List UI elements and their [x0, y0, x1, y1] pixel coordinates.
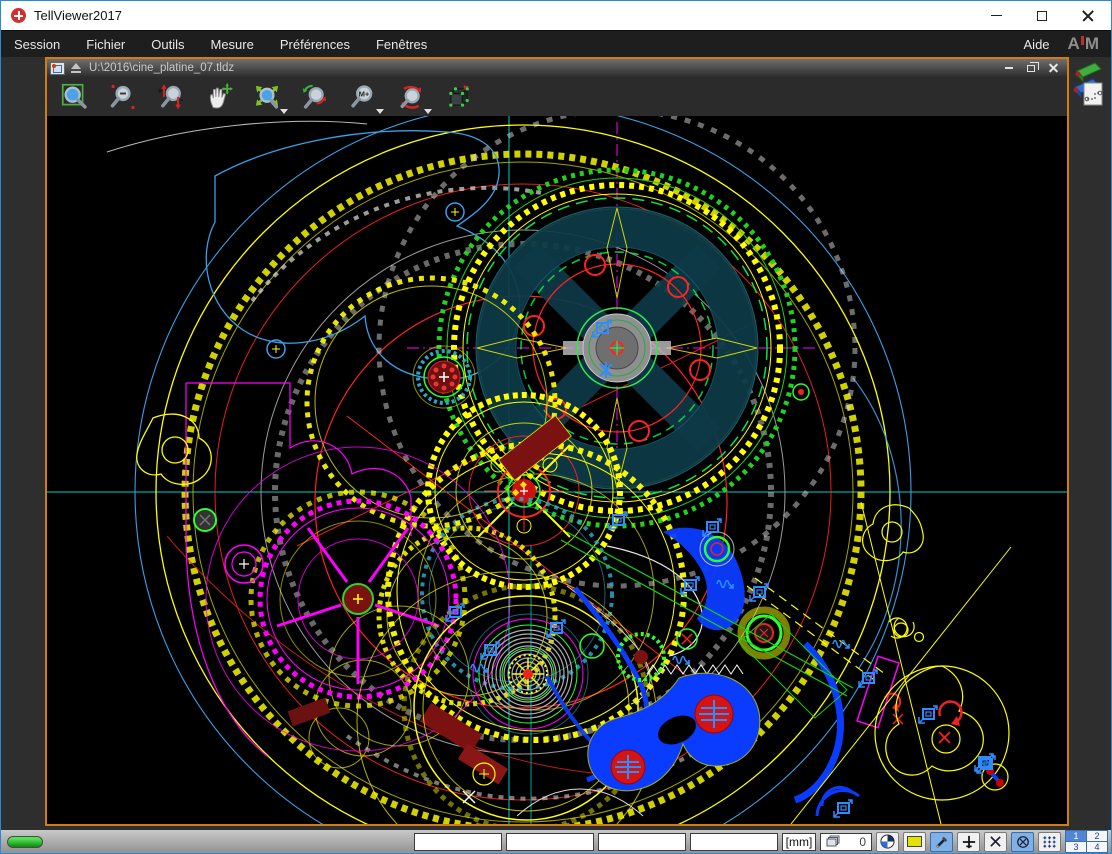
menu-session[interactable]: Session: [1, 31, 73, 58]
application-window: TellViewer2017 Session Fichier Outils Me…: [0, 0, 1112, 854]
grid-points-button[interactable]: [1038, 832, 1061, 852]
quadrant-3[interactable]: 3: [1066, 842, 1086, 852]
menu-fenetres[interactable]: Fenêtres: [363, 31, 440, 58]
rotate-view-icon: [397, 83, 425, 111]
zoom-fit-icon: [253, 83, 281, 111]
measure-tool-button[interactable]: [1071, 59, 1105, 122]
color-swatch-button[interactable]: [903, 832, 926, 852]
quadrant-2[interactable]: 2: [1087, 831, 1107, 841]
close-button[interactable]: [1065, 1, 1111, 30]
x-icon: [989, 835, 1002, 848]
document-title: U:\2016\cine_platine_07.tldz: [89, 62, 234, 74]
viewport-quadrant-selector[interactable]: 1 2 3 4: [1065, 830, 1108, 853]
app-title: TellViewer2017: [34, 8, 122, 23]
eyedropper-icon: [935, 835, 949, 849]
zoom-memory-icon: M+: [349, 83, 377, 111]
drawing-canvas[interactable]: [47, 116, 1067, 824]
minimize-button[interactable]: [973, 1, 1019, 30]
document-restore-icon: [1027, 65, 1035, 72]
unit-label: [mm]: [782, 833, 816, 851]
document-restore-button[interactable]: [1021, 61, 1041, 75]
layer-counter: 0: [820, 833, 872, 851]
quadrant-4[interactable]: 4: [1087, 842, 1107, 852]
measure-books-icon: [1071, 59, 1105, 117]
minimize-icon: [991, 15, 1002, 17]
maximize-icon: [1037, 11, 1047, 21]
zoom-window-button[interactable]: [53, 80, 97, 114]
zoom-out-dynamic-button[interactable]: [101, 80, 145, 114]
grid-points-icon: [1042, 835, 1057, 849]
mdi-area: U:\2016\cine_platine_07.tldz: [1, 57, 1111, 830]
crosshair-button[interactable]: [957, 832, 980, 852]
active-color-swatch: [907, 836, 922, 847]
rotate-free-icon: [301, 83, 329, 111]
datum-target-icon: [880, 834, 895, 849]
document-minimize-button[interactable]: [999, 61, 1019, 75]
am-logo-accent: [1081, 36, 1084, 45]
status-field-4[interactable]: [690, 833, 778, 851]
snap-off-button[interactable]: [1011, 832, 1034, 852]
maximize-button[interactable]: [1019, 1, 1065, 30]
document-close-icon: [1049, 64, 1058, 73]
magenta-wheel: [186, 383, 510, 756]
rotate-view-button[interactable]: [389, 80, 433, 114]
layer-count-value: 0: [859, 835, 866, 849]
zoom-out-icon: [109, 83, 137, 111]
pick-mode-button[interactable]: [930, 832, 953, 852]
crosshair-icon: [962, 835, 976, 849]
status-bar: [mm] 0: [1, 830, 1111, 854]
zoom-in-out-icon: + -: [157, 83, 185, 111]
menu-fichier[interactable]: Fichier: [73, 31, 138, 58]
svg-text:M+: M+: [359, 89, 370, 98]
rotate-free-button[interactable]: [293, 80, 337, 114]
zoom-in-out-dynamic-button[interactable]: + -: [149, 80, 193, 114]
eject-icon[interactable]: [70, 63, 82, 73]
zoom-fit-button[interactable]: [245, 80, 289, 114]
view-3d-cube-button[interactable]: [437, 80, 481, 114]
close-icon: [1082, 10, 1094, 22]
quadrant-1[interactable]: 1: [1066, 831, 1086, 841]
pan-button[interactable]: [197, 80, 241, 114]
circle-x-icon: [1016, 835, 1030, 849]
progress-indicator: [7, 836, 43, 848]
svg-text:+: +: [158, 86, 163, 95]
zoom-window-icon: [61, 83, 89, 111]
status-field-3[interactable]: [598, 833, 686, 851]
zoom-memory-button[interactable]: M+: [341, 80, 385, 114]
menu-mesure[interactable]: Mesure: [198, 31, 267, 58]
am-logo: AM: [1068, 34, 1111, 54]
menu-bar: Session Fichier Outils Mesure Préférence…: [1, 30, 1111, 57]
menu-preferences[interactable]: Préférences: [267, 31, 363, 58]
menu-outils[interactable]: Outils: [138, 31, 197, 58]
svg-text:-: -: [180, 94, 183, 104]
pan-hand-icon: [205, 83, 233, 111]
document-icon: [50, 62, 65, 75]
app-icon: [11, 8, 26, 23]
title-bar: TellViewer2017: [1, 1, 1111, 30]
document-close-button[interactable]: [1043, 61, 1063, 75]
document-window: U:\2016\cine_platine_07.tldz: [45, 57, 1069, 826]
cad-drawing: [47, 116, 1067, 824]
menu-aide[interactable]: Aide: [1011, 31, 1068, 58]
datum-target-button[interactable]: [876, 832, 899, 852]
document-title-bar[interactable]: U:\2016\cine_platine_07.tldz: [47, 59, 1067, 77]
layers-icon: [826, 835, 841, 848]
cube-3d-icon: [445, 83, 473, 111]
status-field-1[interactable]: [414, 833, 502, 851]
status-field-2[interactable]: [506, 833, 594, 851]
clear-selection-button[interactable]: [984, 832, 1007, 852]
document-minimize-icon: [1005, 67, 1013, 69]
view-toolbar: + -: [47, 77, 1067, 116]
